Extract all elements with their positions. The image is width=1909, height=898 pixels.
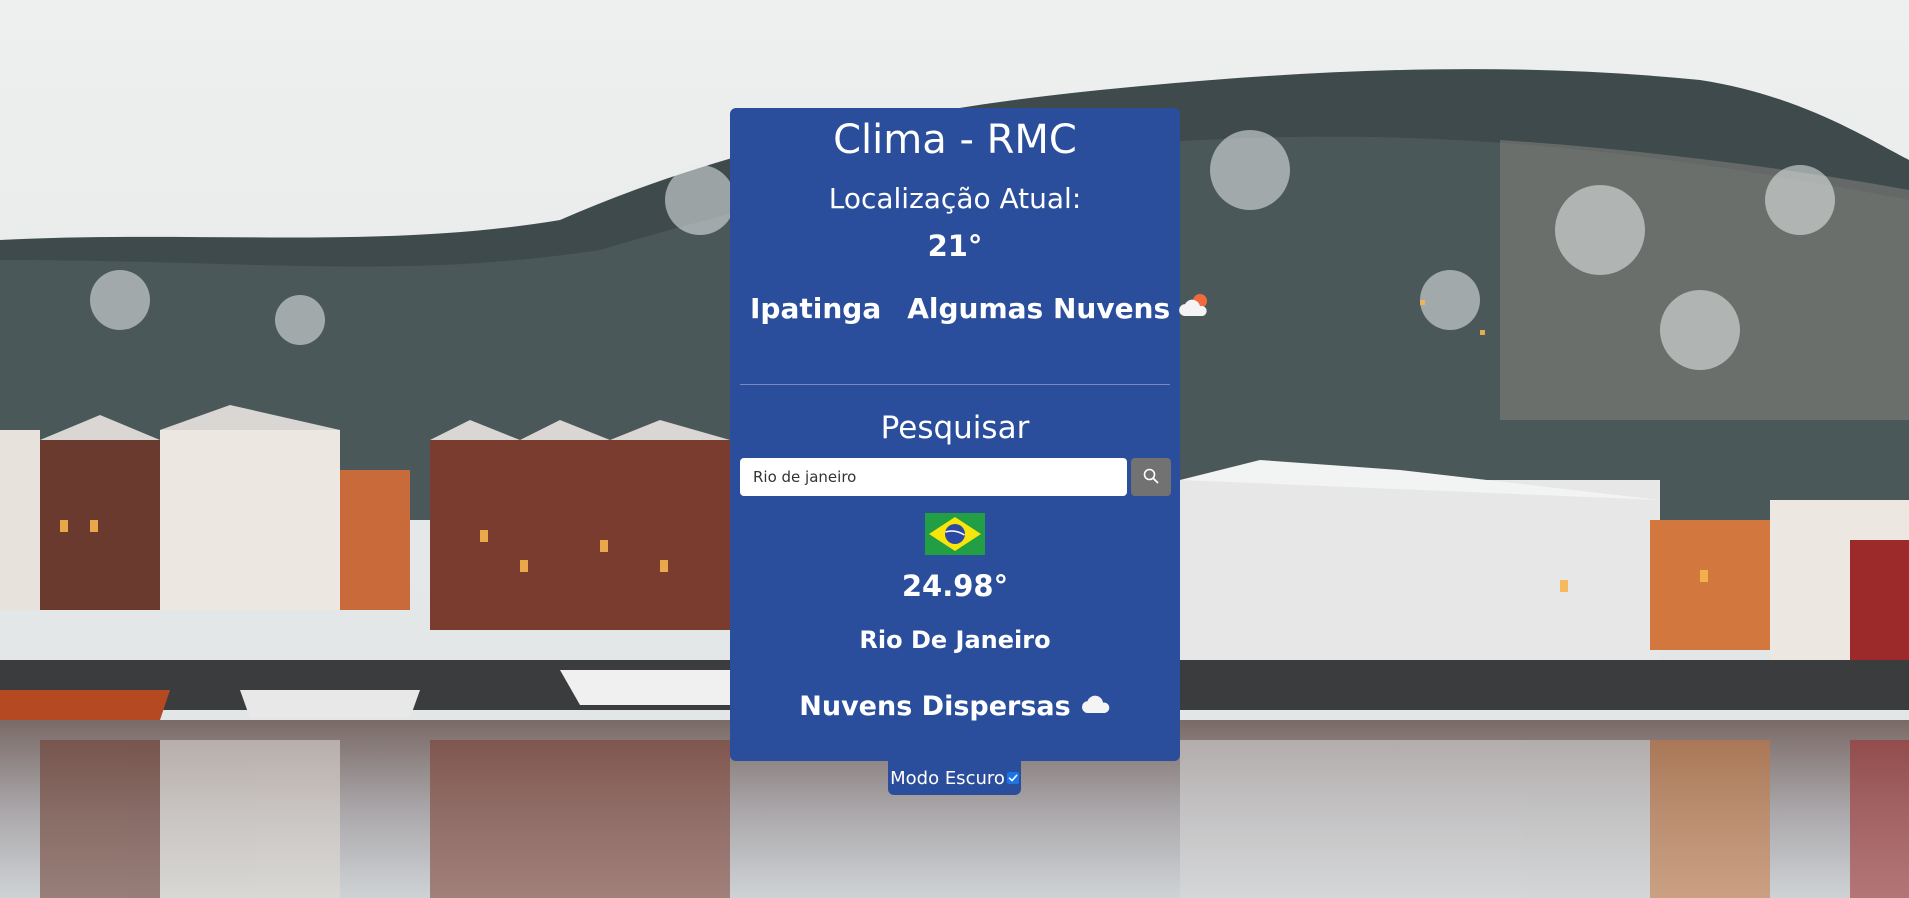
dark-mode-checkbox[interactable] — [1006, 772, 1019, 784]
search-button[interactable] — [1131, 458, 1171, 496]
current-temperature: 21° — [927, 229, 983, 263]
dark-mode-toggle[interactable]: Modo Escuro — [888, 761, 1021, 795]
current-city: Ipatinga — [750, 291, 882, 325]
search-bar — [740, 458, 1171, 496]
partly-cloudy-icon — [1178, 292, 1212, 325]
search-icon — [1143, 468, 1159, 487]
result-city: Rio De Janeiro — [859, 626, 1051, 654]
current-location-row: Ipatinga Algumas Nuvens — [750, 286, 1208, 330]
section-divider — [740, 384, 1170, 385]
result-description-text: Nuvens Dispersas — [799, 690, 1071, 722]
cloud-icon — [1081, 691, 1111, 722]
search-input[interactable] — [740, 458, 1127, 496]
search-title: Pesquisar — [880, 410, 1030, 446]
current-weather-description: Algumas Nuvens — [907, 292, 1212, 325]
current-location-label: Localização Atual: — [828, 182, 1082, 215]
checkmark-icon — [1008, 774, 1018, 782]
weather-card: Clima - RMC Localização Atual: 21° Ipati… — [730, 108, 1208, 761]
brazil-flag-icon — [925, 513, 985, 555]
current-description-text: Algumas Nuvens — [907, 291, 1171, 325]
dark-mode-label: Modo Escuro — [890, 767, 1005, 789]
result-weather-description: Nuvens Dispersas — [730, 686, 1180, 726]
result-temperature: 24.98° — [901, 569, 1009, 603]
app-title: Clima - RMC — [833, 117, 1077, 163]
